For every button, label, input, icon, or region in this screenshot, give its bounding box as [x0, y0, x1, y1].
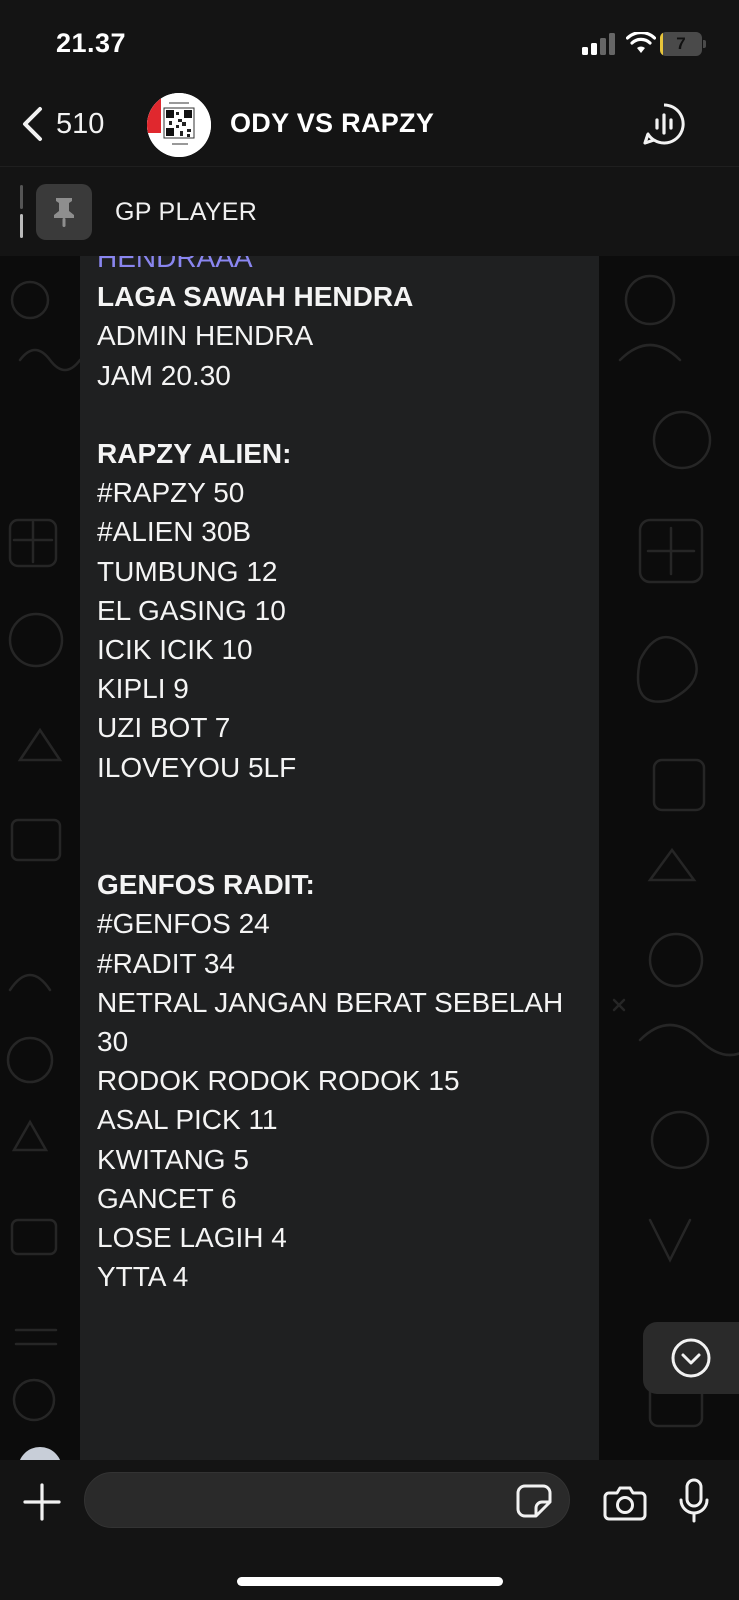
- message-line: ADMIN HENDRA: [97, 320, 314, 352]
- pinned-message-bar[interactable]: GP PLAYER: [0, 166, 739, 256]
- group-avatar[interactable]: [147, 93, 211, 157]
- message-line: LOSE LAGIH 4: [97, 1222, 287, 1254]
- message-line: #GENFOS 24: [97, 908, 270, 940]
- status-time: 21.37: [56, 28, 127, 58]
- scroll-to-bottom-button[interactable]: [643, 1322, 739, 1394]
- plus-icon[interactable]: [22, 1482, 62, 1522]
- message-line: 30: [97, 1026, 129, 1058]
- microphone-icon[interactable]: [678, 1478, 710, 1524]
- message-line: GENFOS RADIT:: [97, 869, 315, 901]
- chat-header: 510 ODY VS RAPZY: [0, 90, 739, 166]
- message-line: ILOVEYOU 5LF: [97, 751, 297, 783]
- sticker-icon[interactable]: [516, 1484, 552, 1518]
- back-button[interactable]: 510: [20, 106, 104, 142]
- voice-call-icon[interactable]: [642, 102, 686, 146]
- message-line: RODOK RODOK RODOK 15: [97, 1065, 460, 1097]
- battery-icon: 7: [660, 32, 706, 56]
- message-line: #RAPZY 50: [97, 477, 245, 509]
- qr-code-icon: [147, 93, 211, 157]
- message-line: GANCET 6: [97, 1182, 237, 1214]
- home-indicator: [237, 1577, 503, 1586]
- message-input[interactable]: [84, 1472, 570, 1528]
- message-line: KWITANG 5: [97, 1143, 249, 1175]
- message-line: #ALIEN 30B: [97, 516, 252, 548]
- wifi-icon: [626, 32, 656, 53]
- message-line: #RADIT 34: [97, 947, 235, 979]
- camera-icon[interactable]: [603, 1485, 647, 1521]
- chat-title[interactable]: ODY VS RAPZY: [230, 108, 434, 139]
- message-line: RAPZY ALIEN:: [97, 438, 292, 469]
- battery-level: 7: [676, 34, 686, 53]
- pinned-message-label: GP PLAYER: [115, 198, 258, 226]
- message-line: NETRAL JANGAN BERAT SEBELAH: [97, 986, 564, 1018]
- message-line: TUMBUNG 12: [97, 555, 278, 587]
- message-line: JAM 20.30: [97, 359, 231, 391]
- pin-indicator: [20, 185, 23, 239]
- message-line: HENDRAAA: [97, 256, 253, 273]
- message-line: ALL 3+: [97, 1453, 587, 1460]
- message-bubble[interactable]: HENDRAAA LAGA SAWAH HENDRA ADMIN HENDRA JAM…: [80, 256, 599, 1460]
- signal-icon: [582, 33, 615, 55]
- message-line: UZI BOT 7: [97, 712, 231, 744]
- chevron-down-circle-icon: [671, 1338, 711, 1378]
- unread-count: 510: [56, 107, 105, 140]
- message-line: YTTA 4: [97, 1261, 189, 1293]
- chevron-left-icon: [23, 107, 42, 141]
- message-line: ASAL PICK 11: [97, 1104, 278, 1136]
- message-line: ICIK ICIK 10: [97, 634, 253, 666]
- message-line: LAGA SAWAH HENDRA: [97, 281, 414, 313]
- message-text: HENDRAAA LAGA SAWAH HENDRA ADMIN HENDRA JAM…: [97, 256, 587, 1460]
- pin-icon: [36, 184, 92, 240]
- status-bar: 21.37 7: [0, 0, 739, 90]
- message-line: EL GASING 10: [97, 594, 286, 626]
- message-line: KIPLI 9: [97, 673, 189, 705]
